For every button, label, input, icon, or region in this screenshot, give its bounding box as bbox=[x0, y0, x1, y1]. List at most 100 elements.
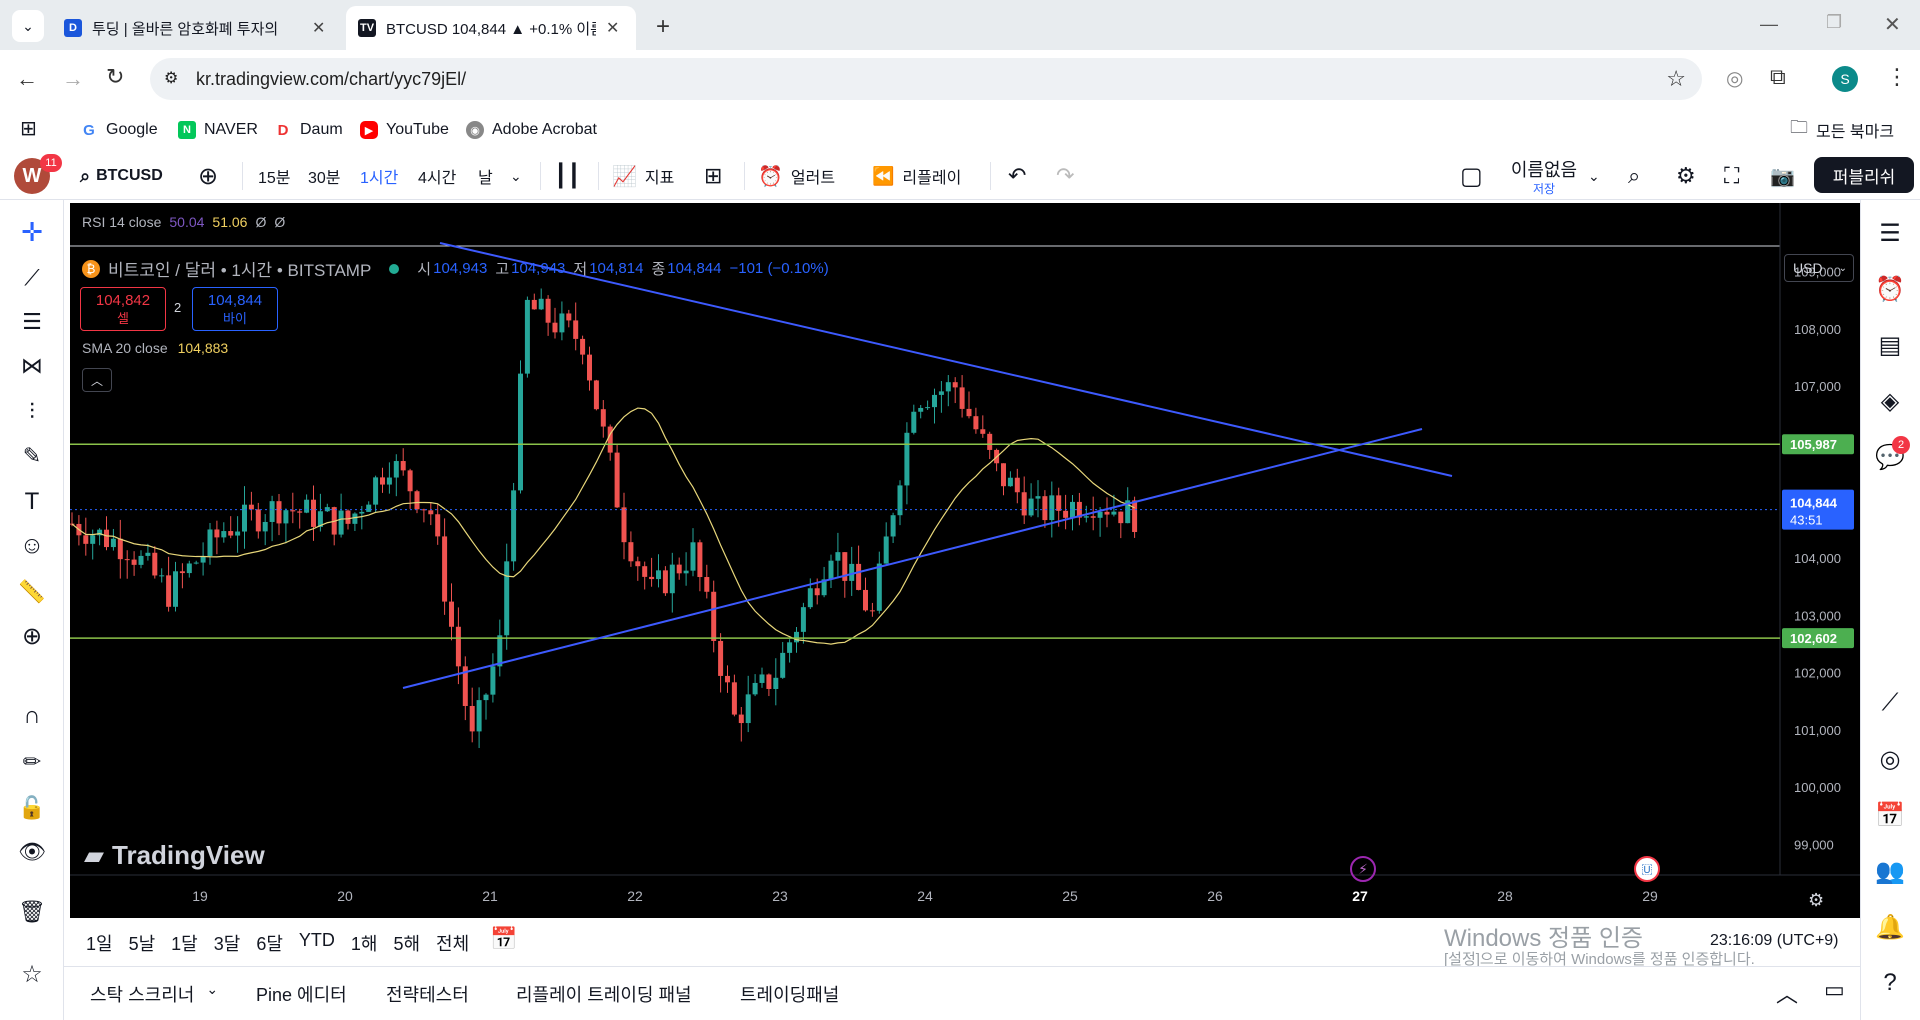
replay-button[interactable]: ⏪ 리플레이 bbox=[872, 152, 961, 200]
clock[interactable]: 23:16:09 (UTC+9) bbox=[1710, 932, 1839, 950]
layers-icon[interactable]: ◈ bbox=[1873, 384, 1907, 418]
undo-icon[interactable]: ↶ bbox=[1008, 152, 1026, 200]
goto-date-icon[interactable]: 📅 bbox=[490, 926, 517, 952]
bookmark-daum[interactable]: D Daum bbox=[274, 116, 343, 144]
lock-icon[interactable]: 🔓 bbox=[16, 792, 48, 824]
chart-pane[interactable]: 109,000108,000107,000105,000104,000103,0… bbox=[70, 203, 1860, 918]
tab-stock-screener[interactable]: 스탁 스크리너 ⌄ bbox=[90, 981, 218, 1007]
bookmark-google[interactable]: G Google bbox=[80, 116, 158, 144]
tab-replay-trading[interactable]: 리플레이 트레이딩 패널 bbox=[516, 981, 692, 1007]
puzzle-icon[interactable]: ⧉ bbox=[1770, 64, 1786, 90]
range-5y[interactable]: 5해 bbox=[393, 930, 420, 956]
camera-icon[interactable]: 📷 bbox=[1770, 152, 1795, 200]
redo-icon[interactable]: ↷ bbox=[1056, 152, 1074, 200]
range-all[interactable]: 전체 bbox=[436, 930, 469, 956]
range-5d[interactable]: 5날 bbox=[129, 930, 156, 956]
ruler-icon[interactable]: 📏 bbox=[16, 576, 48, 608]
tab-strategy-tester[interactable]: 전략테스터 bbox=[386, 981, 469, 1007]
bell-icon[interactable]: 🔔 bbox=[1873, 910, 1907, 944]
interval-30m[interactable]: 30분 bbox=[308, 152, 341, 200]
projection-icon[interactable]: ⫶ bbox=[16, 396, 48, 428]
symbol-search-button[interactable]: ⌕ BTCUSD bbox=[80, 152, 163, 200]
interval-4h[interactable]: 4시간 bbox=[418, 152, 456, 200]
bookmark-adobe[interactable]: ◉ Adobe Acrobat bbox=[466, 116, 597, 144]
data-window-icon[interactable]: ▤ bbox=[1873, 328, 1907, 362]
browser-tab-active[interactable]: TV BTCUSD 104,844 ▲ +0.1% 이름 ✕ bbox=[346, 6, 636, 50]
settings-gear-icon[interactable]: ⚙ bbox=[1676, 152, 1696, 200]
text-tool-icon[interactable]: T bbox=[16, 486, 48, 518]
interval-day[interactable]: 날 bbox=[478, 152, 493, 200]
lightning-event-icon[interactable]: ⚡ bbox=[1350, 856, 1376, 882]
extension-icon[interactable]: ◎ bbox=[1726, 66, 1743, 91]
currency-selector[interactable]: USD ⌄ bbox=[1784, 254, 1854, 282]
window-restore-icon[interactable]: ❐ bbox=[1826, 12, 1842, 33]
tab-trading-panel[interactable]: 트레이딩패널 bbox=[740, 981, 839, 1007]
watchlist-icon[interactable]: ☰ bbox=[1873, 216, 1907, 250]
interval-dropdown-icon[interactable]: ⌄ bbox=[510, 152, 522, 200]
layout-name-button[interactable]: 이름없음 저장 bbox=[1504, 156, 1584, 197]
quick-search-icon[interactable]: ⌕ bbox=[1628, 152, 1640, 200]
target-icon[interactable]: ◎ bbox=[1873, 742, 1907, 776]
publish-button[interactable]: 퍼블리쉬 bbox=[1814, 157, 1914, 193]
range-1m[interactable]: 1달 bbox=[171, 930, 198, 956]
bookmark-youtube[interactable]: ▶ YouTube bbox=[360, 116, 449, 144]
back-icon[interactable]: ← bbox=[16, 66, 38, 92]
range-1y[interactable]: 1해 bbox=[351, 930, 378, 956]
star-icon[interactable]: ☆ bbox=[1666, 66, 1686, 92]
interval-1h[interactable]: 1시간 bbox=[360, 152, 398, 200]
sma-legend[interactable]: SMA 20 close 104,883 bbox=[82, 340, 228, 356]
help-icon[interactable]: ? bbox=[1873, 966, 1907, 1000]
favorites-star-icon[interactable]: ☆ bbox=[16, 958, 48, 990]
address-bar[interactable]: ⚙ kr.tradingview.com/chart/yyc79jEl/ ☆ bbox=[150, 58, 1702, 100]
indicators-button[interactable]: 📈 지표 bbox=[612, 152, 674, 200]
range-6m[interactable]: 6달 bbox=[256, 930, 283, 956]
pattern-icon[interactable]: ⋈ bbox=[16, 350, 48, 382]
templates-grid-icon[interactable]: ⊞ bbox=[704, 152, 722, 200]
price-chart[interactable]: 109,000108,000107,000105,000104,000103,0… bbox=[70, 203, 1860, 918]
site-info-icon[interactable]: ⚙ bbox=[164, 68, 178, 88]
axis-settings-icon[interactable]: ⚙ bbox=[1808, 890, 1824, 911]
close-icon[interactable]: ✕ bbox=[606, 18, 619, 38]
rsi-legend[interactable]: RSI 14 close 50.04 51.06 Ø Ø bbox=[82, 214, 285, 230]
eye-icon[interactable]: 👁 bbox=[16, 836, 48, 868]
tab-pine-editor[interactable]: Pine 에디터 bbox=[256, 981, 347, 1007]
collapse-legend-button[interactable]: ︿ bbox=[82, 368, 112, 392]
browser-tab-inactive[interactable]: D 투딩 | 올바른 암호화폐 투자의 ✕ bbox=[52, 6, 342, 50]
us-flag-event-icon[interactable]: 🇺 bbox=[1634, 856, 1660, 882]
fib-lines-icon[interactable]: ☰ bbox=[16, 306, 48, 338]
zoom-in-icon[interactable]: ⊕ bbox=[16, 620, 48, 652]
ideas-icon[interactable]: ⟋ bbox=[1873, 686, 1907, 720]
layout-select-icon[interactable]: ▢ bbox=[1460, 152, 1483, 200]
layout-dropdown-icon[interactable]: ⌄ bbox=[1588, 152, 1600, 200]
sell-button[interactable]: 104,842 셀 bbox=[80, 287, 166, 331]
range-1d[interactable]: 1일 bbox=[86, 930, 113, 956]
crosshair-icon[interactable]: ✛ bbox=[16, 216, 48, 248]
bookmark-naver[interactable]: N NAVER bbox=[178, 116, 258, 144]
range-3m[interactable]: 3달 bbox=[214, 930, 241, 956]
all-bookmarks[interactable]: 🗀 모든 북마크 bbox=[1790, 116, 1894, 144]
close-icon[interactable]: ✕ bbox=[312, 18, 325, 38]
candle-style-icon[interactable]: ┃┃ bbox=[554, 152, 581, 200]
new-tab-button[interactable]: + bbox=[648, 12, 678, 42]
emoji-icon[interactable]: ☺ bbox=[16, 530, 48, 562]
forward-icon[interactable]: → bbox=[62, 66, 84, 92]
people-icon[interactable]: 👥 bbox=[1873, 854, 1907, 888]
apps-grid-icon[interactable]: ⊞ bbox=[20, 116, 37, 141]
range-ytd[interactable]: YTD bbox=[299, 930, 335, 956]
alerts-button[interactable]: ⏰ 얼러트 bbox=[758, 152, 835, 200]
interval-15m[interactable]: 15분 bbox=[258, 152, 291, 200]
reload-icon[interactable]: ↻ bbox=[106, 64, 124, 90]
buy-button[interactable]: 104,844 바이 bbox=[192, 287, 278, 331]
window-minimize-icon[interactable]: — bbox=[1760, 14, 1778, 35]
compare-symbol-button[interactable]: ⊕ bbox=[198, 152, 218, 200]
profile-avatar[interactable]: S bbox=[1832, 66, 1858, 92]
fullscreen-icon[interactable]: ⛶ bbox=[1724, 152, 1739, 200]
tab-search-button[interactable]: ⌄ bbox=[12, 10, 44, 42]
collapse-panel-icon[interactable]: ︿ bbox=[1776, 977, 1798, 1009]
window-close-icon[interactable]: ✕ bbox=[1884, 12, 1901, 37]
symbol-legend[interactable]: ₿ 비트코인 / 달러 • 1시간 • BITSTAMP 시 104,943 고1… bbox=[82, 256, 829, 281]
pencil-lock-icon[interactable]: ✏ bbox=[16, 746, 48, 778]
trendline-icon[interactable]: ⟋ bbox=[16, 262, 48, 294]
calendar-icon[interactable]: 📅 bbox=[1873, 798, 1907, 832]
brush-icon[interactable]: ✎ bbox=[16, 440, 48, 472]
